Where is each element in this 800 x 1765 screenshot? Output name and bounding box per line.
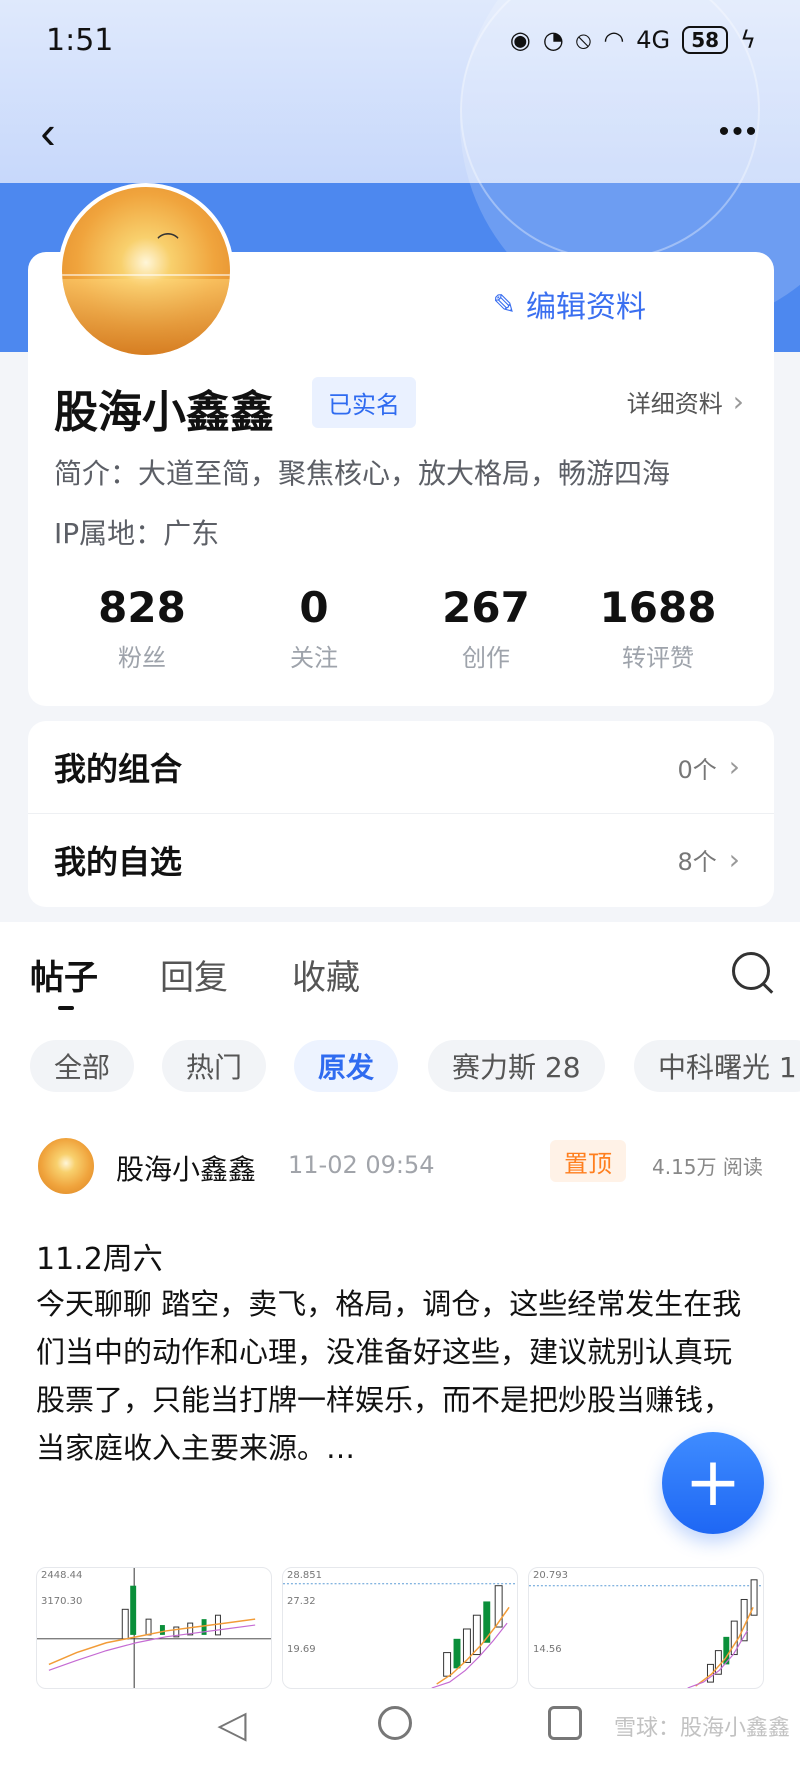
thumbnail-label-top: 28.851 [287,1570,322,1581]
stat-following[interactable]: 0 关注 [228,583,400,673]
stat-followers[interactable]: 828 粉丝 [56,583,228,673]
profile-stats: 828 粉丝 0 关注 267 创作 1688 转评赞 [56,583,744,673]
chevron-right-icon: › [728,842,740,876]
my-watchlist-row[interactable]: 我的自选 8个 › [28,813,774,905]
filter-all[interactable]: 全部 [30,1040,135,1092]
filter-hot[interactable]: 热门 [162,1040,267,1092]
battery-icon: 58 [682,26,729,54]
detail-profile-link[interactable]: 详细资料 › [627,384,744,419]
row-value-group: 8个 › [678,842,740,877]
status-bar: 1:51 ◉ ◔ ⦸ ◠ 4G 58 ϟ [0,0,800,80]
stat-value: 1688 [599,583,717,632]
avatar-sea [62,279,230,355]
alarm-icon: ◔ [542,26,564,54]
stat-posts[interactable]: 267 创作 [400,583,572,673]
edit-profile-button[interactable]: ✎ 编辑资料 [493,282,646,326]
post-body[interactable]: 今天聊聊 踏空，卖飞，格局，调仓，这些经常发生在我们当中的动作和心理，没准备好这… [36,1280,746,1472]
thumbnail-chart-2-svg [283,1583,517,1688]
pinned-badge: 置顶 [550,1140,626,1182]
thumbnail-label-low: 14.56 [533,1644,562,1655]
battery-level: 58 [691,28,720,52]
post-title[interactable]: 11.2周六 [36,1234,163,1278]
tab-replies[interactable]: 回复 [160,950,228,999]
post-author-avatar[interactable] [36,1136,96,1196]
post-time: 11-02 09:54 [288,1151,435,1179]
seagull-icon: ⌒ [157,233,180,258]
stat-label: 粉丝 [118,644,166,673]
profile-bio: 简介：大道至简，聚焦核心，放大格局，畅游四海 [54,457,671,490]
my-sections-card: 我的组合 0个 › 我的自选 8个 › [28,721,774,907]
more-button[interactable]: ••• [712,110,766,154]
chevron-right-icon: › [732,384,744,418]
tab-posts[interactable]: 帖子 [30,950,98,999]
tab-favorites[interactable]: 收藏 [292,950,360,999]
post-image-thumbnails: 2448.44 3170.30 28.851 27.32 19.69 20.79… [36,1567,764,1689]
stat-label: 关注 [290,644,338,673]
row-value: 0个 [677,755,717,784]
chevron-left-icon: ‹ [40,106,56,158]
thumbnail-label-mid: 27.32 [287,1596,316,1607]
mute-icon: ⦸ [575,26,592,54]
detail-profile-label: 详细资料 [626,390,723,418]
thumbnail-chart-3-svg [529,1579,763,1688]
filter-original[interactable]: 原发 [294,1040,399,1092]
row-value-group: 0个 › [678,750,740,785]
watermark: 雪球：股海小鑫鑫 [613,1716,790,1741]
profile-avatar[interactable]: ⌒ [58,183,234,359]
thumbnail-chart-2[interactable]: 28.851 27.32 19.69 [282,1567,518,1689]
thumbnail-chart-3[interactable]: 20.793 14.56 [528,1567,764,1689]
more-horizontal-icon: ••• [718,115,760,148]
system-home-button[interactable] [378,1706,412,1740]
row-title: 我的组合 [54,750,183,788]
stat-label: 创作 [462,644,510,673]
thumbnail-label-mid: 3170.30 [41,1596,83,1607]
post-author[interactable]: 股海小鑫鑫 [116,1148,256,1188]
verified-badge: 已实名 [312,377,416,428]
back-button[interactable]: ‹ [28,106,68,158]
stat-value: 267 [442,583,530,632]
floating-add-button[interactable]: + [662,1432,764,1534]
chevron-right-icon: › [728,750,740,783]
thumbnail-chart-1-svg [37,1568,271,1688]
system-navigation-bar: ◁ 雪球：股海小鑫鑫 [0,1690,800,1765]
status-icons: ◉ ◔ ⦸ ◠ 4G 58 ϟ [510,26,756,54]
row-value: 8个 [677,848,717,876]
active-tab-indicator [58,1006,74,1010]
thumbnail-chart-1[interactable]: 2448.44 3170.30 [36,1567,272,1689]
my-portfolio-row[interactable]: 我的组合 0个 › [28,721,774,813]
system-back-button[interactable]: ◁ [210,1702,254,1746]
charging-icon: ϟ [740,26,756,54]
stat-value: 828 [98,583,186,632]
thumbnail-label-low: 19.69 [287,1644,316,1655]
search-icon[interactable] [732,952,770,990]
edit-profile-label: 编辑资料 [526,290,646,325]
post-header: 股海小鑫鑫 11-02 09:54 置顶 4.15万 阅读 [36,1136,764,1198]
thumbnail-label-top: 2448.44 [41,1570,83,1581]
profile-ip-location: IP属地：广东 [54,517,220,550]
signal-icon: 4G [636,26,671,54]
filter-seres[interactable]: 赛力斯 28 [428,1040,605,1092]
stat-value: 0 [299,583,329,632]
read-count: 4.15万 阅读 [652,1155,763,1179]
filter-chips: 全部 热门 原发 赛力斯 28 中科曙光 1 [30,1040,800,1092]
edit-icon: ✎ [492,287,516,321]
profile-name: 股海小鑫鑫 [54,387,274,438]
thumbnail-label-top: 20.793 [533,1570,568,1581]
content-tabs: 帖子 回复 收藏 [0,922,800,1012]
plus-icon: + [684,1443,742,1522]
status-time: 1:51 [46,22,114,58]
row-title: 我的自选 [54,842,183,881]
eye-icon: ◉ [509,26,531,54]
system-recent-apps-button[interactable] [548,1706,582,1740]
filter-sugon[interactable]: 中科曙光 1 [634,1040,800,1092]
stat-label: 转评赞 [622,644,694,673]
stat-engagement[interactable]: 1688 转评赞 [572,583,744,673]
wifi-icon: ◠ [603,26,625,54]
